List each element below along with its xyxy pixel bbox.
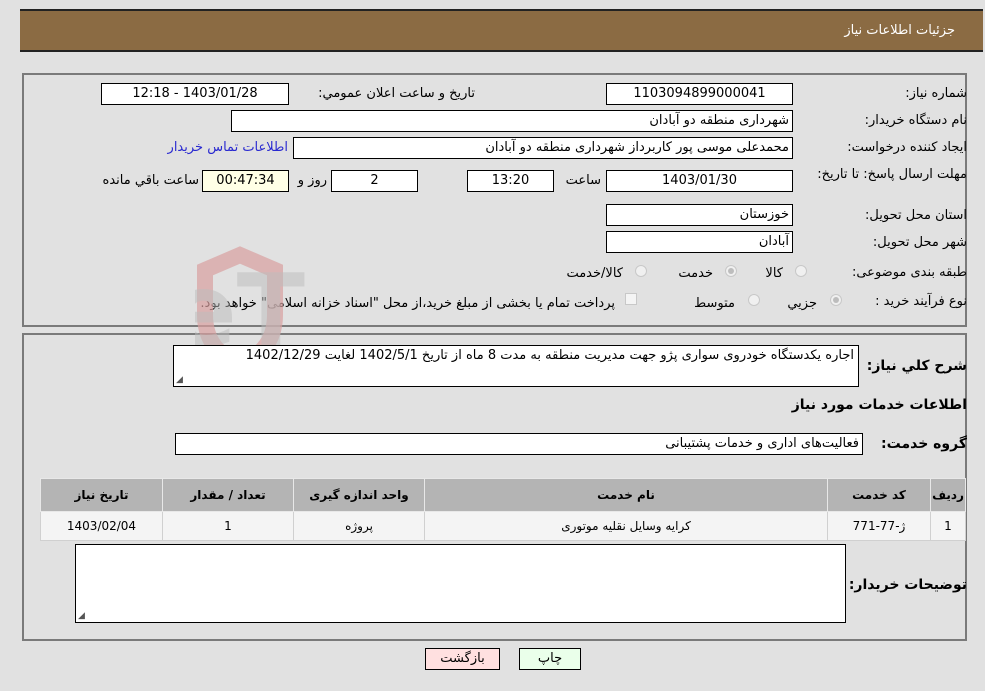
col-header-service-name: نام خدمت <box>424 478 828 512</box>
buyer-org-field: شهرداری منطقه دو آبادان <box>231 110 793 132</box>
city-field: آبادان <box>606 231 793 253</box>
need-number-field: 1103094899000041 <box>606 83 793 105</box>
table-row: 1 ژ-77-771 کرایه وسایل نقلیه موتوری پروژ… <box>40 511 966 541</box>
back-button[interactable]: بازگشت <box>425 648 500 670</box>
buyer-org-label: نام دستگاه خریدار: <box>864 113 967 128</box>
city-label: شهر محل تحویل: <box>872 235 967 250</box>
treasury-checkbox-label: پرداخت تمام یا بخشی از مبلغ خرید،از محل … <box>200 296 615 311</box>
services-table: ردیف کد خدمت نام خدمت واحد اندازه گیری ت… <box>40 478 966 541</box>
purchase-process-label: نوع فرآیند خرید : <box>875 294 967 309</box>
deadline-label: مهلت ارسال پاسخ: تا تاریخ: <box>817 167 967 182</box>
category-option-service: خدمت <box>678 266 713 281</box>
resize-grip-icon[interactable]: ◢ <box>176 375 183 385</box>
category-radio-goods-service[interactable] <box>635 265 647 277</box>
cell-service-code: ژ-77-771 <box>827 511 931 541</box>
days-remaining-field: 2 <box>331 170 418 192</box>
announce-datetime-field: 1403/01/28 - 12:18 <box>101 83 289 105</box>
table-header-row: ردیف کد خدمت نام خدمت واحد اندازه گیری ت… <box>40 478 966 512</box>
days-label: روز و <box>297 173 327 188</box>
services-heading: اطلاعات خدمات مورد نیاز <box>791 397 967 413</box>
service-group-label: گروه خدمت: <box>881 436 967 452</box>
process-radio-medium[interactable] <box>748 294 760 306</box>
col-header-service-code: کد خدمت <box>827 478 931 512</box>
process-option-medium: متوسط <box>694 296 735 311</box>
description-textarea[interactable]: اجاره یکدستگاه خودروی سواری پژو جهت مدیر… <box>173 345 859 387</box>
print-button[interactable]: چاپ <box>519 648 581 670</box>
service-group-field: فعالیت‌های اداری و خدمات پشتیبانی <box>175 433 863 455</box>
category-label: طبقه بندی موضوعی: <box>851 265 967 280</box>
buyer-notes-textarea[interactable]: ◢ <box>75 544 846 623</box>
province-field: خوزستان <box>606 204 793 226</box>
category-option-goods-service: کالا/خدمت <box>566 266 623 281</box>
creator-label: ایجاد کننده درخواست: <box>847 140 967 155</box>
page-title: جزئیات اطلاعات نیاز <box>844 23 955 38</box>
description-label: شرح کلي نیاز: <box>866 358 967 374</box>
deadline-time-field: 13:20 <box>467 170 554 192</box>
col-header-need-date: تاریخ نیاز <box>40 478 163 512</box>
page-header: جزئیات اطلاعات نیاز <box>20 9 983 52</box>
creator-field: محمدعلی موسی پور کاربرداز شهرداری منطقه … <box>293 137 793 159</box>
cell-row-number: 1 <box>930 511 966 541</box>
deadline-date-field: 1403/01/30 <box>606 170 793 192</box>
cell-unit: پروژه <box>293 511 425 541</box>
description-text: اجاره یکدستگاه خودروی سواری پژو جهت مدیر… <box>245 348 854 363</box>
category-option-goods: کالا <box>765 266 783 281</box>
col-header-quantity: تعداد / مقدار <box>162 478 294 512</box>
category-radio-service[interactable] <box>725 265 737 277</box>
col-header-row-number: ردیف <box>930 478 966 512</box>
cell-quantity: 1 <box>162 511 294 541</box>
announce-label: تاریخ و ساعت اعلان عمومي: <box>318 86 475 101</box>
time-remaining-field: 00:47:34 <box>202 170 289 192</box>
category-radio-goods[interactable] <box>795 265 807 277</box>
cell-need-date: 1403/02/04 <box>40 511 163 541</box>
col-header-unit: واحد اندازه گیری <box>293 478 425 512</box>
resize-grip-icon[interactable]: ◢ <box>78 611 85 621</box>
buyer-notes-label: توضیحات خریدار: <box>848 577 967 593</box>
province-label: استان محل تحویل: <box>865 208 967 223</box>
time-remaining-label: ساعت باقي مانده <box>102 173 199 188</box>
cell-service-name: کرایه وسایل نقلیه موتوری <box>424 511 828 541</box>
deadline-time-label: ساعت <box>565 173 601 188</box>
need-number-label: شماره نیاز: <box>905 86 967 101</box>
process-option-minor: جزيي <box>787 296 817 311</box>
process-radio-minor[interactable] <box>830 294 842 306</box>
treasury-checkbox[interactable] <box>625 293 637 305</box>
buyer-contact-link[interactable]: اطلاعات تماس خریدار <box>168 140 288 155</box>
